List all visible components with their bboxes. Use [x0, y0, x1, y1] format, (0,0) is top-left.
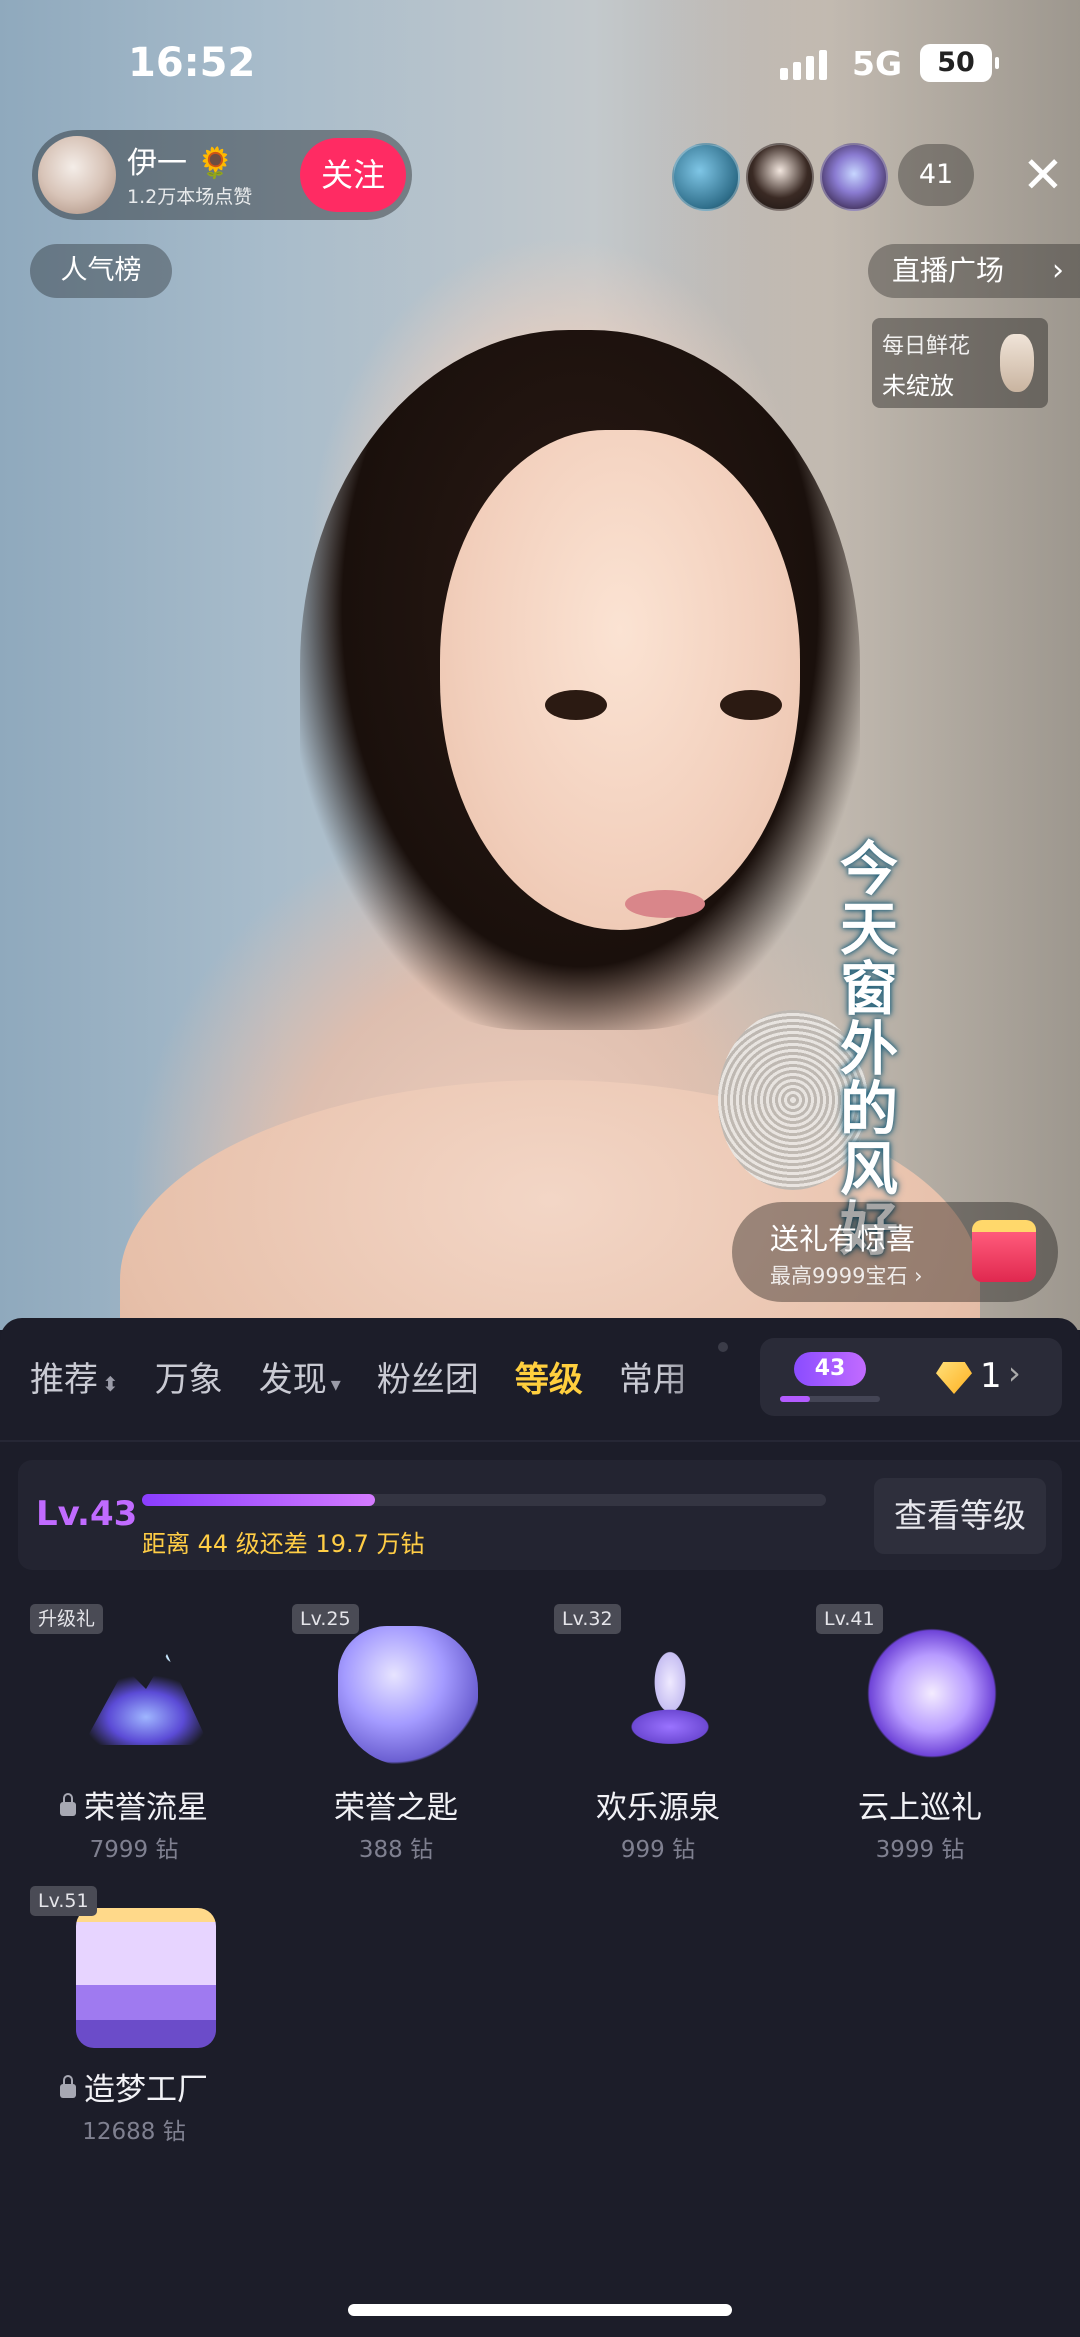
lyrics-caption: 今天窗外的风好 — [830, 838, 898, 1258]
gift-price: 388 钻 — [358, 1837, 434, 1863]
user-level-progress — [780, 1396, 880, 1402]
gift-art-icon — [338, 1626, 478, 1766]
gift-art-icon — [862, 1626, 1002, 1766]
network-type: 5G — [852, 44, 903, 83]
vase-icon — [1000, 334, 1034, 392]
battery-icon: 50 — [920, 44, 999, 82]
gift-price: 12688 钻 — [82, 2119, 186, 2145]
gift-box-icon — [972, 1220, 1036, 1282]
streamer-eye-right — [720, 690, 782, 720]
host-info[interactable]: 伊一 🌻 1.2万本场点赞 关注 — [32, 130, 412, 220]
level-progress-bar — [142, 1494, 826, 1506]
current-level: Lv.43 — [36, 1494, 138, 1534]
streamer-face — [440, 430, 800, 930]
gift-badge: Lv.51 — [30, 1886, 97, 1916]
viewer-count[interactable]: 41 — [898, 144, 974, 206]
gift-name: 造梦工厂 — [14, 2064, 254, 2109]
status-bar: 16:52 5G 50 — [0, 40, 1080, 90]
gift-item[interactable]: Lv.41 云上巡礼 3999 钻 — [800, 1604, 1040, 1864]
chevron-right-icon: › — [1052, 253, 1064, 288]
gift-item[interactable]: Lv.32 欢乐源泉 999 钻 — [538, 1604, 778, 1864]
gift-price: 7999 钻 — [89, 1837, 179, 1863]
gift-name: 云上巡礼 — [858, 1790, 982, 1826]
tab-fan-club[interactable]: 粉丝团 — [377, 1352, 479, 1401]
status-time: 16:52 — [128, 40, 256, 86]
daily-flower-widget[interactable]: 每日鲜花 未绽放 — [872, 318, 1048, 408]
user-level-badge: 43 — [794, 1352, 866, 1386]
lock-icon — [60, 1793, 76, 1816]
gift-name: 荣誉流星 — [14, 1782, 254, 1827]
gift-tabs: 推荐 ⬍ 万象 发现 ▾ 粉丝团 等级 常用 — [30, 1352, 723, 1401]
tab-notification-dot — [718, 1342, 728, 1352]
daily-flower-title: 每日鲜花 — [882, 334, 971, 359]
home-indicator[interactable] — [348, 2304, 732, 2316]
promo-subtitle: 最高9999宝石 › — [770, 1264, 923, 1288]
sort-icon: ⬍ — [102, 1372, 119, 1396]
level-card: Lv.43 距离 44 级还差 19.7 万钻 查看等级 — [18, 1460, 1062, 1570]
tab-level[interactable]: 等级 — [515, 1352, 583, 1401]
dropdown-icon: ▾ — [330, 1372, 341, 1396]
host-avatar[interactable] — [38, 136, 116, 214]
live-plaza-label: 直播广场 — [892, 254, 1005, 287]
tab-wanxiang[interactable]: 万象 — [155, 1352, 223, 1401]
gift-art-icon — [600, 1626, 740, 1766]
gift-item[interactable]: 升级礼荣誉流星 7999 钻 — [14, 1604, 254, 1864]
tabs-fade — [660, 1338, 740, 1408]
view-level-button[interactable]: 查看等级 — [874, 1478, 1046, 1554]
diamond-icon — [936, 1362, 972, 1394]
streamer-lips — [625, 890, 705, 918]
signal-icon — [780, 50, 827, 80]
gift-badge: Lv.25 — [292, 1604, 359, 1634]
gift-art-icon — [83, 1654, 209, 1745]
tab-discover[interactable]: 发现 ▾ — [259, 1352, 341, 1401]
follow-button[interactable]: 关注 — [300, 138, 406, 212]
gift-price: 999 钻 — [620, 1837, 696, 1863]
gift-name: 欢乐源泉 — [596, 1790, 720, 1826]
gift-art-icon — [76, 1908, 216, 2048]
chevron-right-icon: › — [1008, 1354, 1021, 1392]
host-name: 伊一 🌻 — [127, 146, 234, 181]
streamer-eye-left — [545, 690, 607, 720]
level-hint: 距离 44 级还差 19.7 万钻 — [142, 1530, 425, 1558]
gift-panel: 推荐 ⬍ 万象 发现 ▾ 粉丝团 等级 常用 43 1 › Lv.43 距离 44 … — [0, 1318, 1080, 2337]
popularity-rank-button[interactable]: 人气榜 — [30, 244, 172, 298]
live-plaza-button[interactable]: 直播广场 › — [868, 244, 1080, 298]
tab-recommend[interactable]: 推荐 ⬍ — [30, 1352, 119, 1401]
close-icon[interactable]: ✕ — [1016, 148, 1070, 202]
panel-divider — [0, 1440, 1080, 1442]
viewer-avatar[interactable] — [672, 143, 740, 211]
daily-flower-status: 未绽放 — [882, 372, 954, 400]
wallet-widget[interactable]: 43 1 › — [760, 1338, 1062, 1416]
promo-title: 送礼有惊喜 — [770, 1222, 916, 1256]
gift-badge: 升级礼 — [30, 1604, 104, 1634]
viewer-avatar[interactable] — [820, 143, 888, 211]
gift-name: 荣誉之匙 — [334, 1790, 458, 1826]
lock-icon — [60, 2075, 76, 2098]
gift-item[interactable]: Lv.51 造梦工厂 12688 钻 — [14, 1886, 254, 2146]
gift-badge: Lv.41 — [816, 1604, 883, 1634]
gift-promo-banner[interactable]: 送礼有惊喜 最高9999宝石 › — [732, 1202, 1058, 1302]
gift-price: 3999 钻 — [875, 1837, 965, 1863]
gift-badge: Lv.32 — [554, 1604, 621, 1634]
diamond-balance: 1 — [980, 1356, 1002, 1396]
viewer-avatar[interactable] — [746, 143, 814, 211]
host-likes: 1.2万本场点赞 — [127, 186, 253, 208]
gift-item[interactable]: Lv.25 荣誉之匙 388 钻 — [276, 1604, 516, 1864]
